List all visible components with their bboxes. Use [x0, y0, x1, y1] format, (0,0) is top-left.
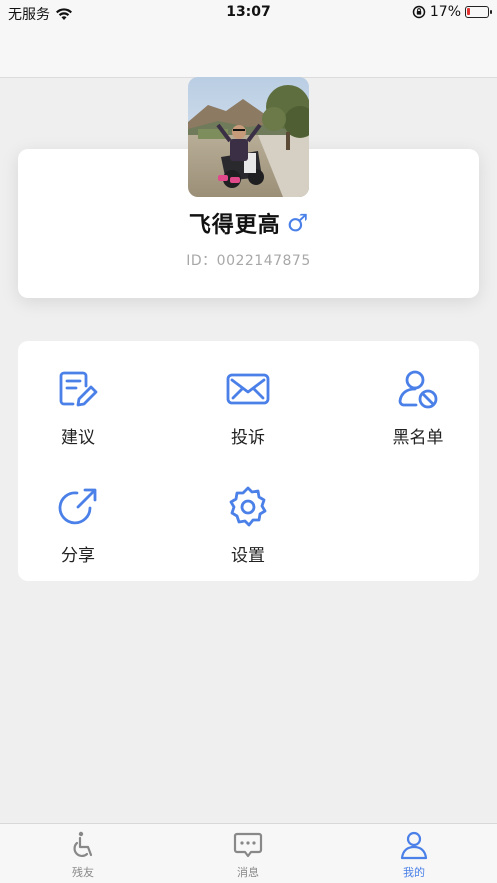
profile-name-row: 飞得更高 ♂	[18, 207, 479, 239]
user-icon	[400, 831, 428, 860]
avatar[interactable]	[188, 77, 309, 197]
battery-percent: 17%	[429, 4, 461, 20]
menu-label: 分享	[61, 546, 95, 566]
tab-mine[interactable]: 我的	[359, 830, 469, 880]
tab-disabled-friends[interactable]: 残友	[28, 830, 138, 880]
gear-icon	[229, 486, 267, 527]
menu-item-complaint[interactable]: 投诉	[193, 367, 303, 467]
menu-label: 投诉	[231, 428, 265, 448]
orientation-lock-icon	[412, 5, 426, 19]
profile-id: ID：0022147875	[186, 253, 311, 269]
wheelchair-icon	[73, 831, 93, 857]
tab-label: 我的	[403, 866, 425, 879]
edit-document-icon	[59, 371, 98, 407]
status-right: 17%	[412, 4, 492, 20]
battery-level	[467, 8, 470, 15]
menu-card: 建议 投诉 黑名单 分享 设置	[18, 341, 479, 581]
status-bar: 无服务 13:07 17%	[0, 0, 497, 26]
tab-messages[interactable]: 消息	[193, 830, 303, 880]
menu-item-settings[interactable]: 设置	[193, 485, 303, 585]
avatar-photo	[188, 77, 309, 197]
menu-item-blacklist[interactable]: 黑名单	[363, 367, 473, 467]
menu-item-share[interactable]: 分享	[23, 485, 133, 585]
tab-label: 残友	[72, 866, 94, 879]
tab-bar: 残友 消息 我的	[0, 823, 497, 883]
profile-name: 飞得更高	[188, 213, 281, 238]
menu-label: 设置	[231, 546, 265, 566]
menu-label: 建议	[61, 428, 95, 448]
share-icon	[58, 488, 97, 525]
menu-item-suggestion[interactable]: 建议	[23, 367, 133, 467]
menu-label: 黑名单	[392, 428, 444, 448]
envelope-icon	[226, 373, 270, 405]
user-blocked-icon	[398, 370, 438, 409]
message-icon	[233, 832, 263, 858]
male-gender-icon: ♂	[286, 209, 309, 237]
navigation-header	[0, 26, 497, 78]
battery-icon	[465, 6, 492, 18]
tab-label: 消息	[237, 866, 259, 879]
